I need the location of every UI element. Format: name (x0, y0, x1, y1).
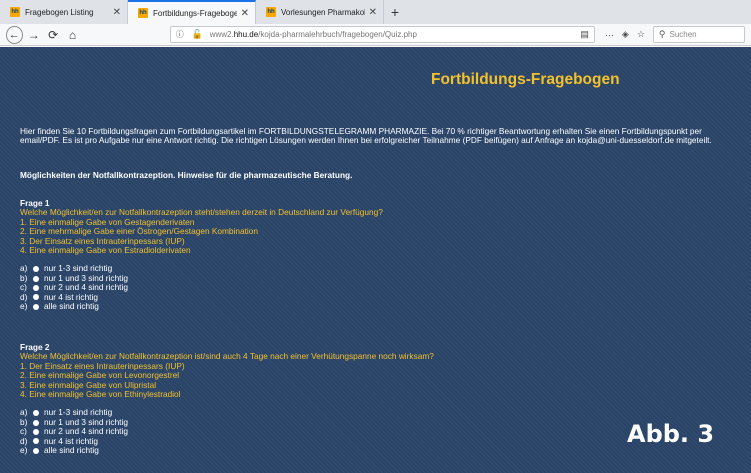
url-text[interactable]: www2.hhu.de/kojda-pharmalehrbuch/fragebo… (210, 30, 581, 39)
url-domain: hhu.de (233, 30, 259, 39)
reload-button[interactable]: ⟳ (45, 26, 61, 44)
radio-button[interactable] (33, 284, 39, 291)
page-title: Fortbildungs-Fragebogen (431, 71, 620, 88)
tab-label: Vorlesungen Pharmakologie T (281, 7, 365, 17)
hhu-favicon-icon: hh (138, 8, 148, 18)
hhu-favicon-icon: hh (10, 7, 20, 17)
forward-button[interactable]: → (26, 26, 42, 44)
article-subtitle: Möglichkeiten der Notfallkontrazeption. … (20, 170, 353, 180)
radio-button[interactable] (33, 447, 39, 454)
close-icon[interactable]: ✕ (369, 7, 377, 18)
option-letter: e) (20, 301, 28, 311)
radio-button[interactable] (33, 303, 39, 310)
home-button[interactable]: ⌂ (64, 26, 80, 44)
tab-label: Fortbildungs-Fragebogen (153, 8, 237, 18)
search-input[interactable]: ⚲ Suchen (652, 26, 745, 43)
page-actions-icon[interactable]: ··· (605, 30, 614, 40)
tab-fortbildungs-fragebogen[interactable]: hh Fortbildungs-Fragebogen ✕ (128, 0, 256, 24)
figure-label: Abb. 3 (627, 420, 715, 448)
url-bar[interactable]: ⓘ 🔓 www2.hhu.de/kojda-pharmalehrbuch/fra… (169, 26, 595, 43)
radio-button[interactable] (33, 428, 39, 435)
search-icon: ⚲ (658, 29, 666, 39)
intro-text: Hier finden Sie 10 Fortbildungsfragen zu… (20, 126, 712, 146)
bookmark-star-icon[interactable]: ☆ (637, 29, 645, 40)
radio-button[interactable] (33, 294, 39, 301)
url-prefix: www2. (209, 30, 234, 39)
back-button[interactable]: ← (6, 25, 23, 44)
tab-strip: hh Fragebogen Listing ✕ hh Fortbildungs-… (0, 0, 751, 24)
radio-button[interactable] (33, 419, 39, 426)
url-path: /kojda-pharmalehrbuch/fragebogen/Quiz.ph… (258, 30, 417, 39)
pocket-icon[interactable]: ◈ (622, 29, 629, 40)
answer-option-d[interactable]: d) nur 4 ist richtig (20, 436, 720, 446)
option-label: alle sind richtig (44, 301, 99, 311)
new-tab-button[interactable]: + (384, 0, 406, 24)
insecure-lock-icon[interactable]: 🔓 (192, 29, 203, 40)
radio-button[interactable] (33, 275, 39, 282)
answer-option-c[interactable]: c) nur 2 und 4 sind richtig (20, 426, 720, 436)
navigation-bar: ← → ⟳ ⌂ ⓘ 🔓 www2.hhu.de/kojda-pharmalehr… (0, 24, 751, 46)
radio-button[interactable] (33, 410, 39, 417)
question-2: Frage 2 Welche Möglichkeit/en zur Notfal… (20, 342, 720, 455)
toolbar-icons: ··· ◈ ☆ (605, 29, 653, 40)
answer-options: a) nur 1-3 sind richtig b) nur 1 und 3 sin… (20, 408, 720, 455)
answer-option-d[interactable]: d) nur 4 ist richtig (20, 292, 720, 302)
answer-option-c[interactable]: c) nur 2 und 4 sind richtig (20, 282, 720, 292)
hhu-favicon-icon: hh (266, 7, 276, 17)
option-letter: e) (20, 445, 28, 455)
search-placeholder: Suchen (669, 30, 697, 39)
question-1: Frage 1 Welche Möglichkeit/en zur Notfal… (20, 198, 720, 311)
answer-option-e[interactable]: e) alle sind richtig (20, 301, 720, 311)
tab-fragebogen-listing[interactable]: hh Fragebogen Listing ✕ (0, 0, 128, 24)
statement: 4. Eine einmalige Gabe von Ethinylestrad… (20, 389, 181, 400)
page-content: Fortbildungs-Fragebogen Hier finden Sie … (0, 47, 751, 473)
radio-button[interactable] (33, 266, 39, 273)
info-icon[interactable]: ⓘ (176, 29, 186, 40)
answer-option-e[interactable]: e) alle sind richtig (20, 445, 720, 455)
close-icon[interactable]: ✕ (113, 7, 121, 18)
close-icon[interactable]: ✕ (241, 8, 249, 19)
tab-vorlesungen-pharmakologie[interactable]: hh Vorlesungen Pharmakologie T ✕ (256, 0, 384, 24)
radio-button[interactable] (33, 438, 39, 445)
statement: 4. Eine einmalige Gabe von Estradiolderi… (20, 245, 191, 256)
option-label: alle sind richtig (44, 445, 99, 455)
tab-label: Fragebogen Listing (25, 7, 94, 17)
reader-view-icon[interactable]: ▤ (580, 29, 589, 40)
answer-options: a) nur 1-3 sind richtig b) nur 1 und 3 sin… (20, 264, 720, 311)
